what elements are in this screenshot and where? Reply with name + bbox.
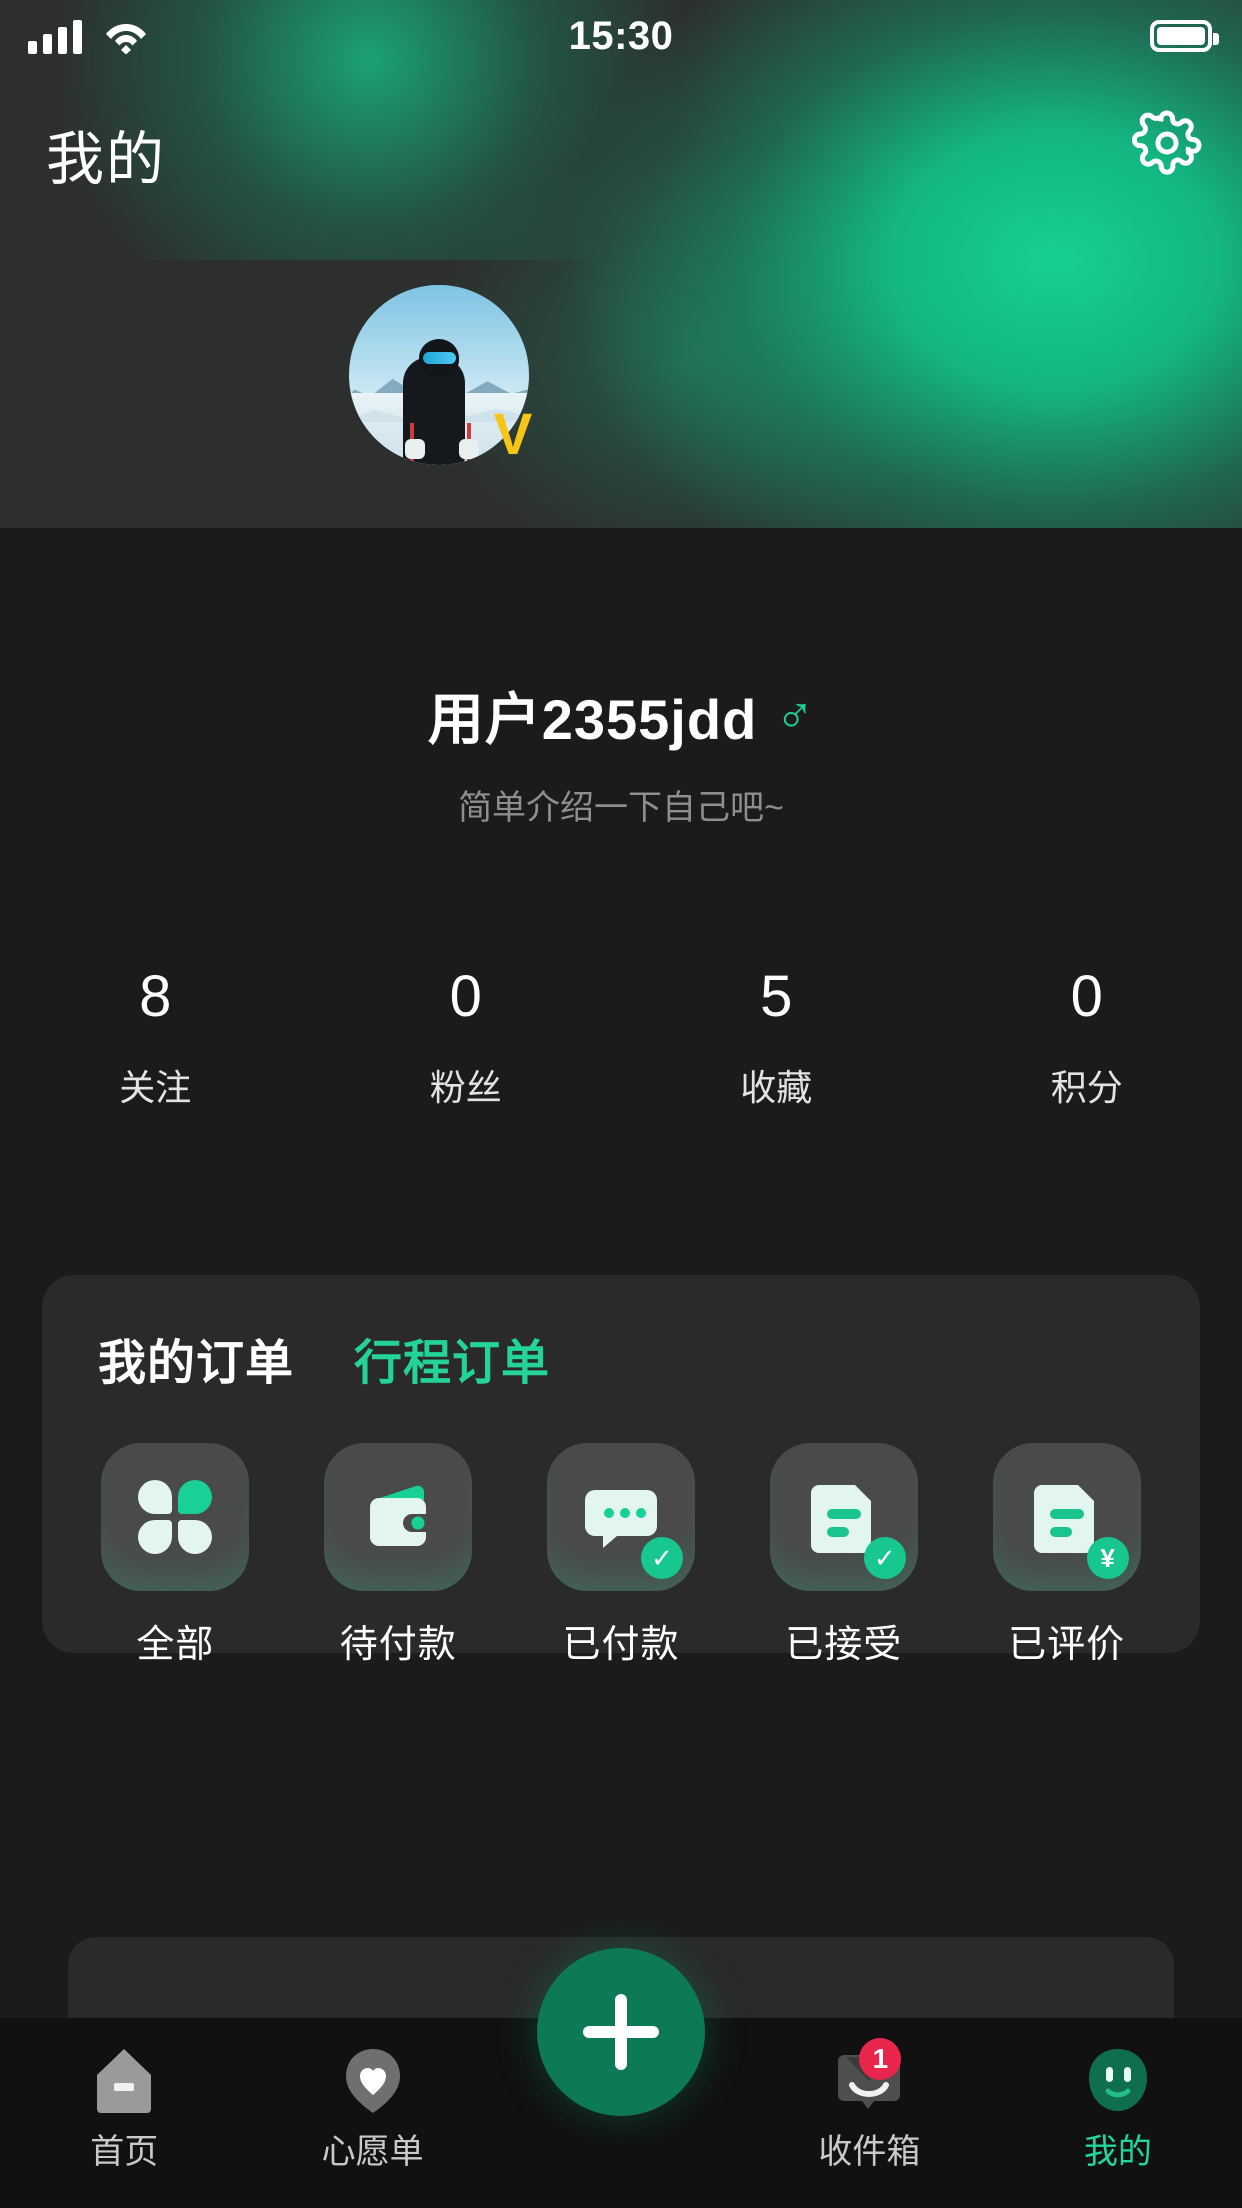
tab-home[interactable]: 首页	[0, 2018, 248, 2173]
tab-wishlist[interactable]: 心愿单	[248, 2018, 496, 2173]
tab-label: 首页	[90, 2133, 159, 2171]
order-status-label: 已评价	[1008, 1624, 1126, 1666]
stat-following[interactable]: 8 关注	[0, 965, 311, 1111]
order-status-label: 已付款	[562, 1624, 680, 1666]
avatar-glove-right	[458, 439, 479, 459]
order-badge-check: ✓	[640, 1537, 683, 1579]
order-badge-yuan: ¥	[1086, 1537, 1129, 1579]
tab-inbox[interactable]: 1 收件箱	[745, 2018, 993, 2173]
order-status-list: 全部 待付款 ✓ 已付款 ✓ 已接受 ¥ 已评价	[64, 1443, 1178, 1668]
page-navbar: 我的	[0, 110, 1242, 222]
stat-value: 5	[760, 964, 793, 1029]
stat-label: 关注	[119, 1066, 192, 1108]
document-yuan-icon: ¥	[992, 1443, 1141, 1591]
stat-followers[interactable]: 0 粉丝	[311, 965, 622, 1111]
verified-badge-icon: V	[493, 402, 533, 467]
stat-favorites[interactable]: 5 收藏	[621, 965, 932, 1111]
order-status-label: 待付款	[339, 1624, 457, 1666]
avatar-glove-left	[404, 439, 425, 459]
order-status-paid[interactable]: ✓ 已付款	[510, 1443, 733, 1668]
bottom-tabbar: 首页 心愿单 1 收件箱 我的	[0, 1948, 1242, 2208]
status-time: 15:30	[568, 14, 674, 58]
username-text: 用户2355jdd	[427, 688, 758, 751]
tab-label: 收件箱	[818, 2133, 921, 2171]
status-bar: 15:30	[0, 0, 1242, 86]
stat-label: 粉丝	[429, 1066, 502, 1108]
bio-placeholder[interactable]: 简单介绍一下自己吧~	[0, 780, 1242, 829]
stat-value: 8	[139, 964, 172, 1029]
inbox-icon: 1	[833, 2038, 905, 2116]
order-status-all[interactable]: 全部	[64, 1443, 287, 1668]
order-status-accepted[interactable]: ✓ 已接受	[732, 1443, 955, 1668]
avatar-skier-goggles	[423, 351, 456, 364]
order-badge-check: ✓	[863, 1537, 906, 1579]
order-status-unpaid[interactable]: 待付款	[287, 1443, 510, 1668]
heart-icon	[337, 2044, 409, 2116]
clover-grid-icon	[101, 1443, 250, 1591]
order-status-label: 全部	[136, 1624, 215, 1666]
order-status-label: 已接受	[785, 1624, 903, 1666]
app-screen: 15:30 我的 V 用户2355jdd ♂ 简单介绍一下自己吧~ 8 关注 0…	[0, 0, 1242, 2208]
chat-bubble-check-icon: ✓	[546, 1443, 695, 1591]
gender-male-icon: ♂	[775, 686, 815, 745]
document-check-icon: ✓	[769, 1443, 918, 1591]
tab-mine[interactable]: 我的	[994, 2018, 1242, 2173]
username-row[interactable]: 用户2355jdd ♂	[0, 675, 1242, 756]
page-title: 我的	[46, 127, 167, 192]
orders-card: 我的订单 行程订单 全部 待付款 ✓ 已付款 ✓ 已接受 ¥ 已评价	[42, 1275, 1200, 1666]
stat-label: 收藏	[740, 1066, 813, 1108]
smiley-icon	[1082, 2044, 1154, 2116]
stat-value: 0	[449, 964, 482, 1029]
home-icon	[88, 2044, 160, 2116]
tab-trip-orders[interactable]: 行程订单	[354, 1323, 550, 1393]
add-button[interactable]	[537, 1948, 705, 2116]
orders-tabs: 我的订单 行程订单	[98, 1323, 550, 1393]
tab-label: 心愿单	[321, 2133, 424, 2171]
stat-value: 0	[1070, 964, 1103, 1029]
order-status-reviewed[interactable]: ¥ 已评价	[955, 1443, 1178, 1668]
stat-label: 积分	[1050, 1066, 1123, 1108]
plus-icon-vertical	[615, 1994, 627, 2070]
wallet-icon	[324, 1443, 473, 1591]
tab-my-orders[interactable]: 我的订单	[98, 1323, 294, 1393]
tab-label: 我的	[1083, 2133, 1152, 2171]
stat-points[interactable]: 0 积分	[932, 965, 1242, 1111]
gear-icon[interactable]	[1131, 108, 1202, 178]
battery-full-icon	[1150, 20, 1219, 52]
profile-stats: 8 关注 0 粉丝 5 收藏 0 积分	[0, 965, 1242, 1111]
